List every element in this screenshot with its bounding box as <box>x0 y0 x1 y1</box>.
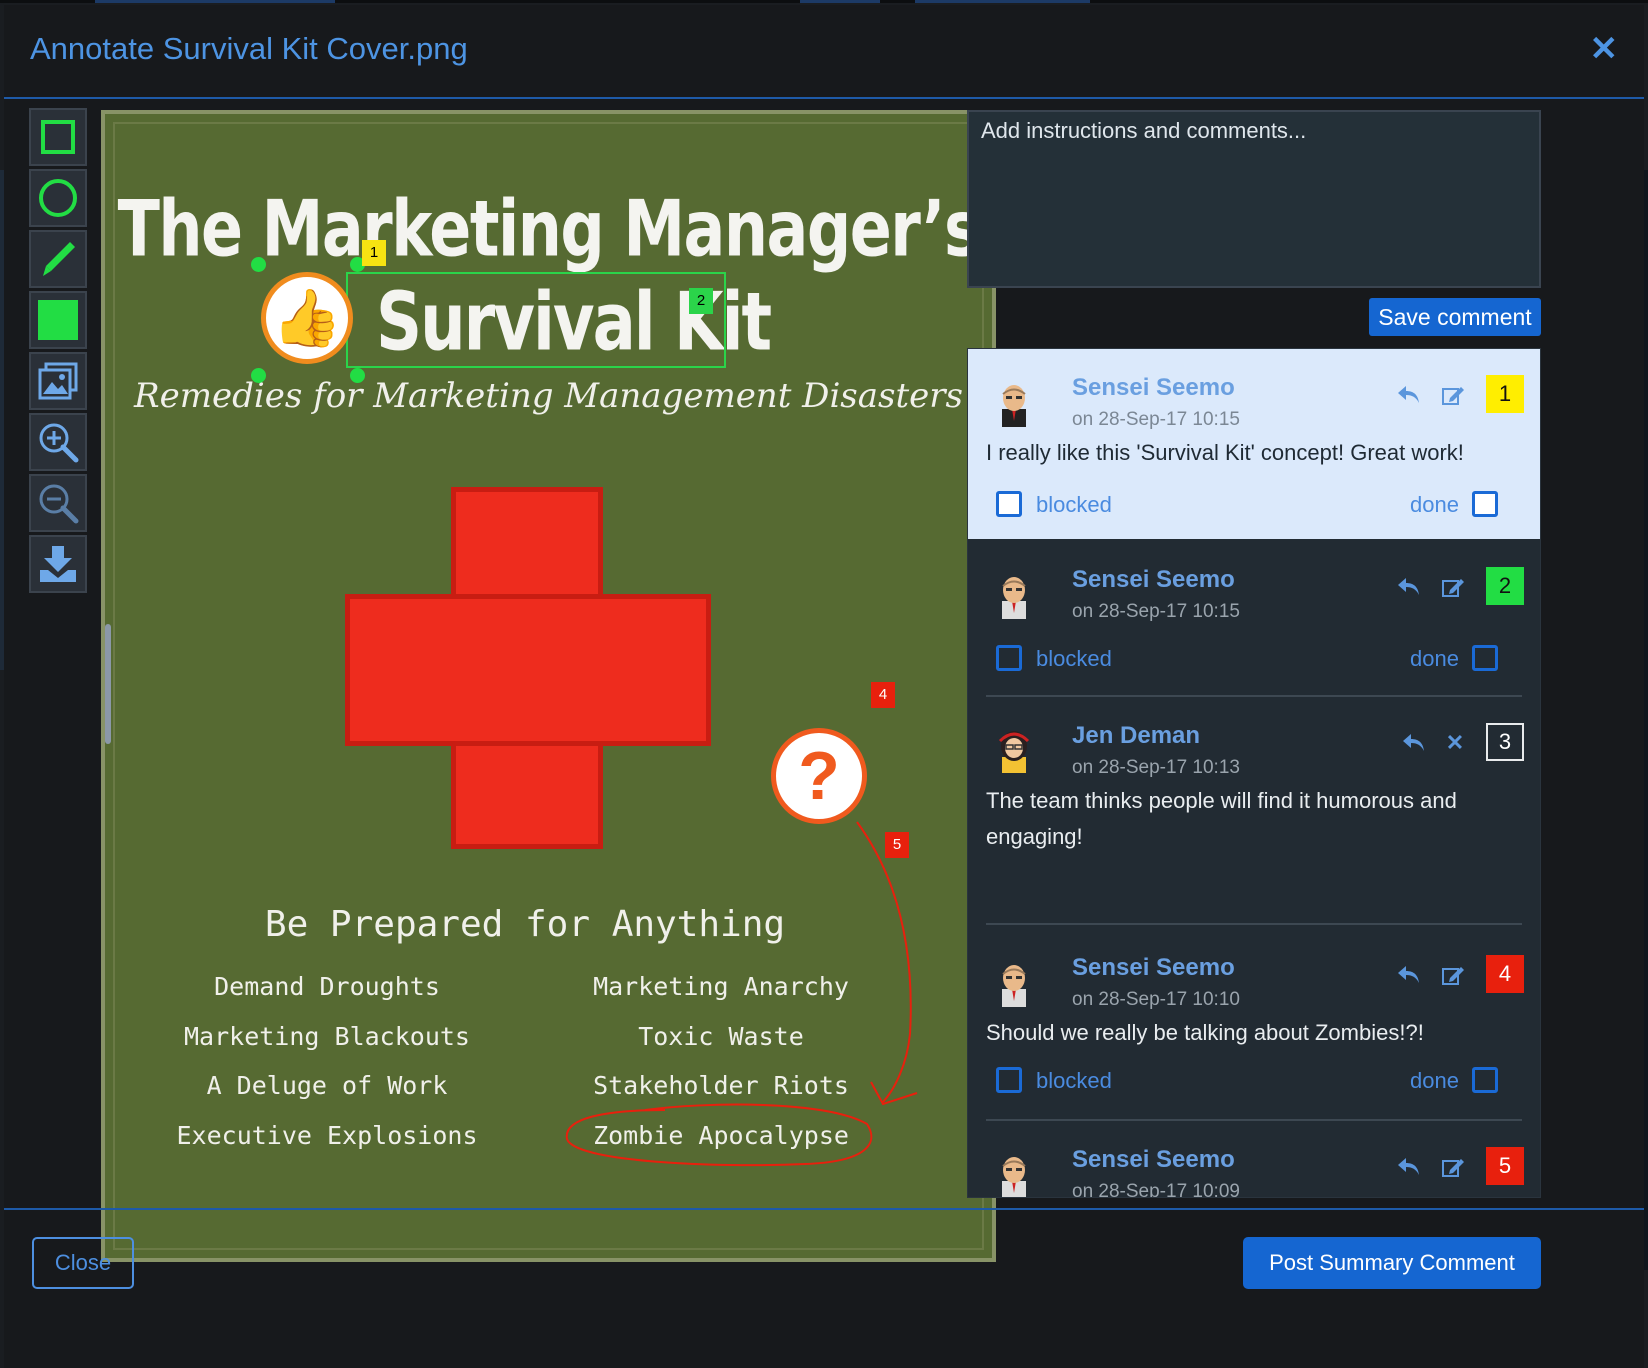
image-canvas[interactable]: The Marketing Manager’s Survival Kit Rem… <box>101 110 996 1262</box>
avatar <box>1002 385 1026 427</box>
comment-date: on 28-Sep-17 10:15 <box>1072 409 1240 430</box>
avatar <box>1002 577 1026 619</box>
download-tool[interactable] <box>29 535 87 593</box>
dialog-header: Annotate Survival Kit Cover.png ✕ <box>4 5 1644 99</box>
close-icon[interactable]: ✕ <box>1590 29 1619 69</box>
circle-icon <box>39 179 77 217</box>
comment-text: I really like this 'Survival Kit' concep… <box>986 440 1464 465</box>
comment-author[interactable]: Sensei Seemo <box>1072 566 1235 594</box>
comment-date: on 28-Sep-17 10:13 <box>1072 757 1240 778</box>
comment-text: Should we really be talking about Zombie… <box>986 1020 1424 1045</box>
freehand-drawing[interactable] <box>105 114 992 1258</box>
delete-icon[interactable]: ✕ <box>1442 730 1468 756</box>
done-checkbox[interactable] <box>1472 1067 1498 1093</box>
blocked-checkbox[interactable] <box>996 1067 1022 1093</box>
done-label: done <box>1410 1068 1459 1093</box>
done-label: done <box>1410 492 1459 517</box>
comment-number-badge: 5 <box>1486 1147 1524 1185</box>
reply-icon[interactable] <box>1396 382 1422 408</box>
blocked-checkbox[interactable] <box>996 491 1022 517</box>
top-edge <box>0 0 1648 3</box>
reply-icon[interactable] <box>1401 730 1427 756</box>
comment-date: on 28-Sep-17 10:09 <box>1072 1181 1240 1198</box>
edit-icon[interactable] <box>1440 574 1466 600</box>
rectangle-tool[interactable] <box>29 108 87 166</box>
comment-number-badge: 4 <box>1486 955 1524 993</box>
close-button[interactable]: Close <box>32 1237 134 1289</box>
download-icon <box>40 546 76 582</box>
reply-icon[interactable] <box>1396 1154 1422 1180</box>
comment-author[interactable]: Sensei Seemo <box>1072 954 1235 982</box>
comment-author[interactable]: Sensei Seemo <box>1072 374 1235 402</box>
save-comment-button[interactable]: Save comment <box>1369 298 1541 336</box>
comment-list[interactable]: Sensei Seemo on 28-Sep-17 10:15 1 I real… <box>967 348 1541 1198</box>
comment-number-badge: 2 <box>1486 567 1524 605</box>
footer-divider <box>4 1208 1644 1210</box>
comment-number-badge: 1 <box>1486 375 1524 413</box>
comment-input[interactable] <box>967 110 1541 288</box>
post-summary-comment-button[interactable]: Post Summary Comment <box>1243 1237 1541 1289</box>
done-checkbox[interactable] <box>1472 645 1498 671</box>
zoom-in-icon <box>39 423 79 463</box>
done-label: done <box>1410 646 1459 671</box>
reply-icon[interactable] <box>1396 574 1422 600</box>
zoom-out-icon <box>39 484 79 524</box>
image-icon <box>38 362 78 400</box>
zoom-out-tool[interactable] <box>29 474 87 532</box>
dialog-title: Annotate Survival Kit Cover.png <box>30 31 468 66</box>
fill-swatch-icon <box>38 300 78 340</box>
annotate-dialog: Annotate Survival Kit Cover.png ✕ The Ma… <box>4 5 1644 1368</box>
blocked-label: blocked <box>1036 1068 1112 1093</box>
comment-number-badge: 3 <box>1486 723 1524 761</box>
comment-date: on 28-Sep-17 10:15 <box>1072 601 1240 622</box>
pen-tool[interactable] <box>29 230 87 288</box>
edit-icon[interactable] <box>1440 1154 1466 1180</box>
reply-icon[interactable] <box>1396 962 1422 988</box>
edit-icon[interactable] <box>1440 382 1466 408</box>
avatar <box>1002 1157 1026 1197</box>
comment-card[interactable]: Sensei Seemo on 28-Sep-17 10:15 2 blocke… <box>968 541 1540 697</box>
avatar <box>1002 965 1026 1007</box>
comment-author[interactable]: Sensei Seemo <box>1072 1146 1235 1174</box>
comment-date: on 28-Sep-17 10:10 <box>1072 989 1240 1010</box>
blocked-label: blocked <box>1036 646 1112 671</box>
comment-card[interactable]: Sensei Seemo on 28-Sep-17 10:15 1 I real… <box>968 349 1540 539</box>
zoom-in-tool[interactable] <box>29 413 87 471</box>
done-checkbox[interactable] <box>1472 491 1498 517</box>
rectangle-icon <box>41 120 75 154</box>
comment-author[interactable]: Jen Deman <box>1072 722 1200 750</box>
avatar <box>998 731 1030 773</box>
blocked-checkbox[interactable] <box>996 645 1022 671</box>
fill-color-tool[interactable] <box>29 291 87 349</box>
circle-tool[interactable] <box>29 169 87 227</box>
comment-text: The team thinks people will find it humo… <box>986 788 1457 849</box>
image-tool[interactable] <box>29 352 87 410</box>
blocked-label: blocked <box>1036 492 1112 517</box>
pen-icon <box>43 242 75 276</box>
comment-card[interactable]: Sensei Seemo on 28-Sep-17 10:09 5 <box>968 1121 1540 1198</box>
comment-card[interactable]: Sensei Seemo on 28-Sep-17 10:10 4 Should… <box>968 925 1540 1121</box>
comment-card[interactable]: Jen Deman on 28-Sep-17 10:13 ✕ 3 The tea… <box>968 697 1540 925</box>
edit-icon[interactable] <box>1440 962 1466 988</box>
